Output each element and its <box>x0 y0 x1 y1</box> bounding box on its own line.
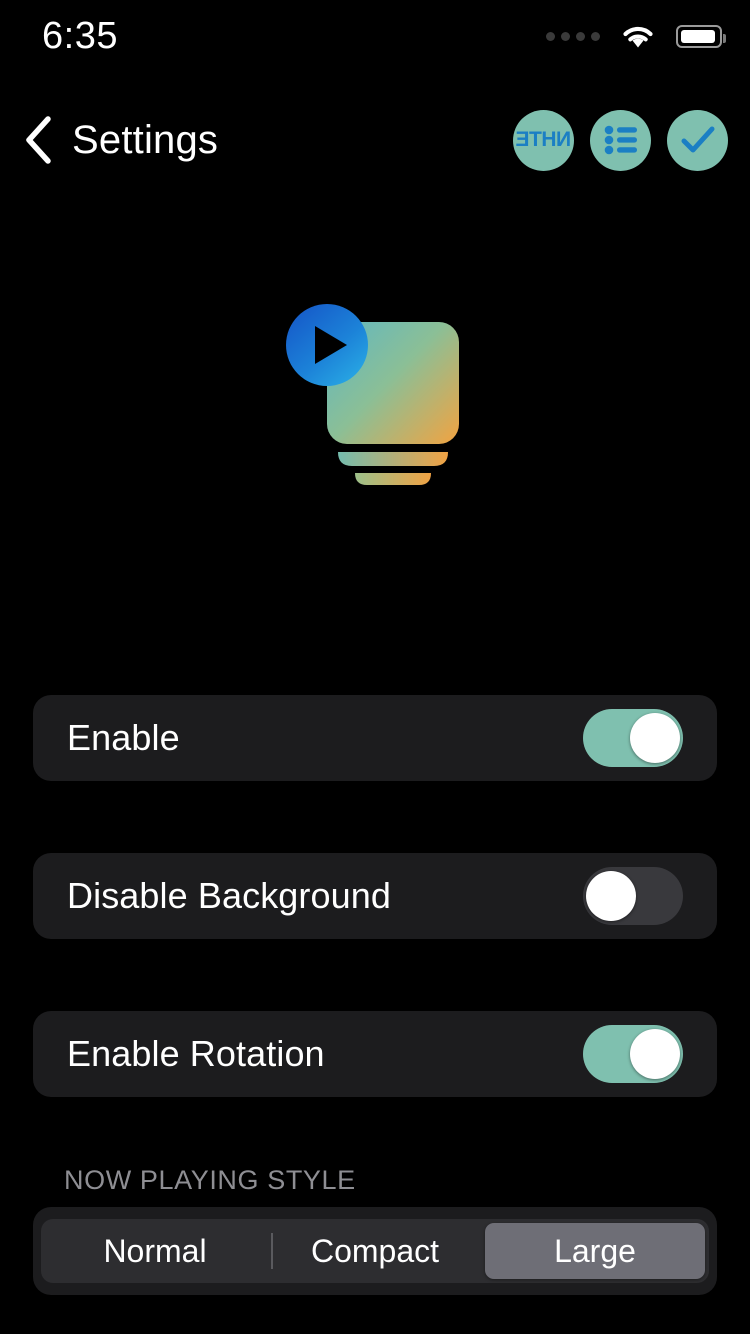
setting-label: Enable Rotation <box>67 1033 325 1074</box>
status-time: 6:35 <box>42 15 118 57</box>
nav-actions: NHTE <box>513 109 728 171</box>
navigation-bar: Settings NHTE <box>0 100 750 180</box>
signal-dots-icon <box>546 31 600 41</box>
checkmark-icon <box>681 126 714 153</box>
logo-card-strip-2 <box>355 473 431 485</box>
nhte-text-icon: NHTE <box>515 128 572 151</box>
setting-row-enable[interactable]: Enable <box>33 695 717 781</box>
list-bullets-icon <box>604 125 637 155</box>
segment-large[interactable]: Large <box>485 1223 705 1279</box>
settings-screen: 6:35 Settings NHTE Enable Disable Backgr… <box>0 0 750 1334</box>
section-header-now-playing-style: NOW PLAYING STYLE <box>64 1165 356 1195</box>
battery-full-icon <box>676 24 726 48</box>
back-button[interactable]: Settings <box>16 113 224 167</box>
nhte-logo-button[interactable]: NHTE <box>513 109 574 171</box>
toggle-enable[interactable] <box>583 709 683 767</box>
wifi-icon <box>623 26 653 48</box>
done-button[interactable] <box>667 109 728 171</box>
page-title: Settings <box>72 117 219 162</box>
segment-compact[interactable]: Compact <box>265 1223 485 1279</box>
setting-row-disable-background[interactable]: Disable Background <box>33 853 717 939</box>
toggle-enable-rotation[interactable] <box>583 1025 683 1083</box>
list-button[interactable] <box>590 109 651 171</box>
chevron-left-icon <box>26 116 51 164</box>
segment-normal[interactable]: Normal <box>45 1223 265 1279</box>
logo-card-strip-1 <box>338 452 448 466</box>
now-playing-style-container: Normal Compact Large <box>33 1207 717 1295</box>
app-logo <box>286 304 459 485</box>
setting-label: Disable Background <box>67 875 391 916</box>
status-indicators <box>546 21 726 51</box>
setting-row-enable-rotation[interactable]: Enable Rotation <box>33 1011 717 1097</box>
setting-label: Enable <box>67 717 180 758</box>
toggle-disable-background[interactable] <box>583 867 683 925</box>
status-bar: 6:35 <box>0 0 750 72</box>
segmented-control[interactable]: Normal Compact Large <box>41 1219 709 1283</box>
